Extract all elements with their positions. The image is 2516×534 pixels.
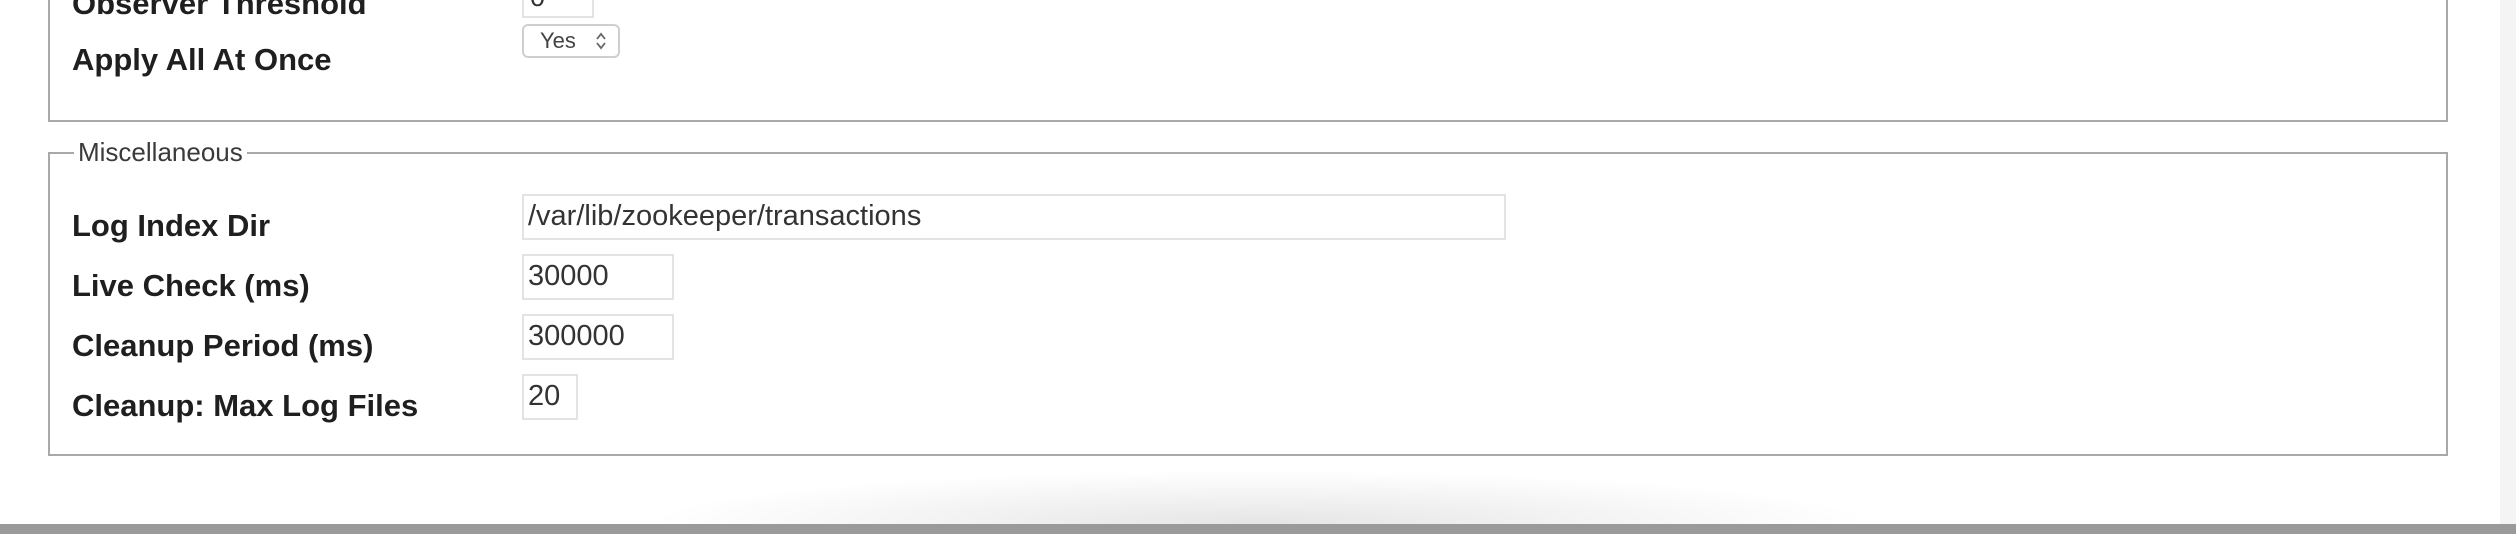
log-index-dir-label: Log Index Dir — [72, 208, 271, 243]
replication-fieldset: Observer Threshold 0 Apply All At Once Y… — [48, 0, 2448, 122]
cleanup-max-log-files-label: Cleanup: Max Log Files — [72, 388, 419, 423]
live-check-label: Live Check (ms) — [72, 268, 310, 303]
log-index-dir-input[interactable]: /var/lib/zookeeper/transactions — [522, 194, 1506, 240]
observer-threshold-input[interactable]: 0 — [522, 0, 594, 18]
miscellaneous-legend: Miscellaneous — [74, 137, 247, 167]
page-edge — [2500, 0, 2516, 534]
cleanup-period-input[interactable]: 300000 — [522, 314, 674, 360]
apply-all-at-once-label: Apply All At Once — [72, 42, 332, 77]
cleanup-period-label: Cleanup Period (ms) — [72, 328, 374, 363]
apply-all-at-once-value: Yes — [540, 28, 576, 53]
apply-all-at-once-select[interactable]: Yes — [522, 24, 620, 58]
chevron-up-down-icon — [596, 32, 606, 50]
miscellaneous-fieldset: Miscellaneous Log Index Dir /var/lib/zoo… — [48, 137, 2448, 456]
cleanup-max-log-files-input[interactable]: 20 — [522, 374, 578, 420]
footer-shadow — [640, 470, 1880, 524]
observer-threshold-label: Observer Threshold — [72, 0, 367, 21]
bottom-divider — [0, 524, 2516, 534]
live-check-input[interactable]: 30000 — [522, 254, 674, 300]
